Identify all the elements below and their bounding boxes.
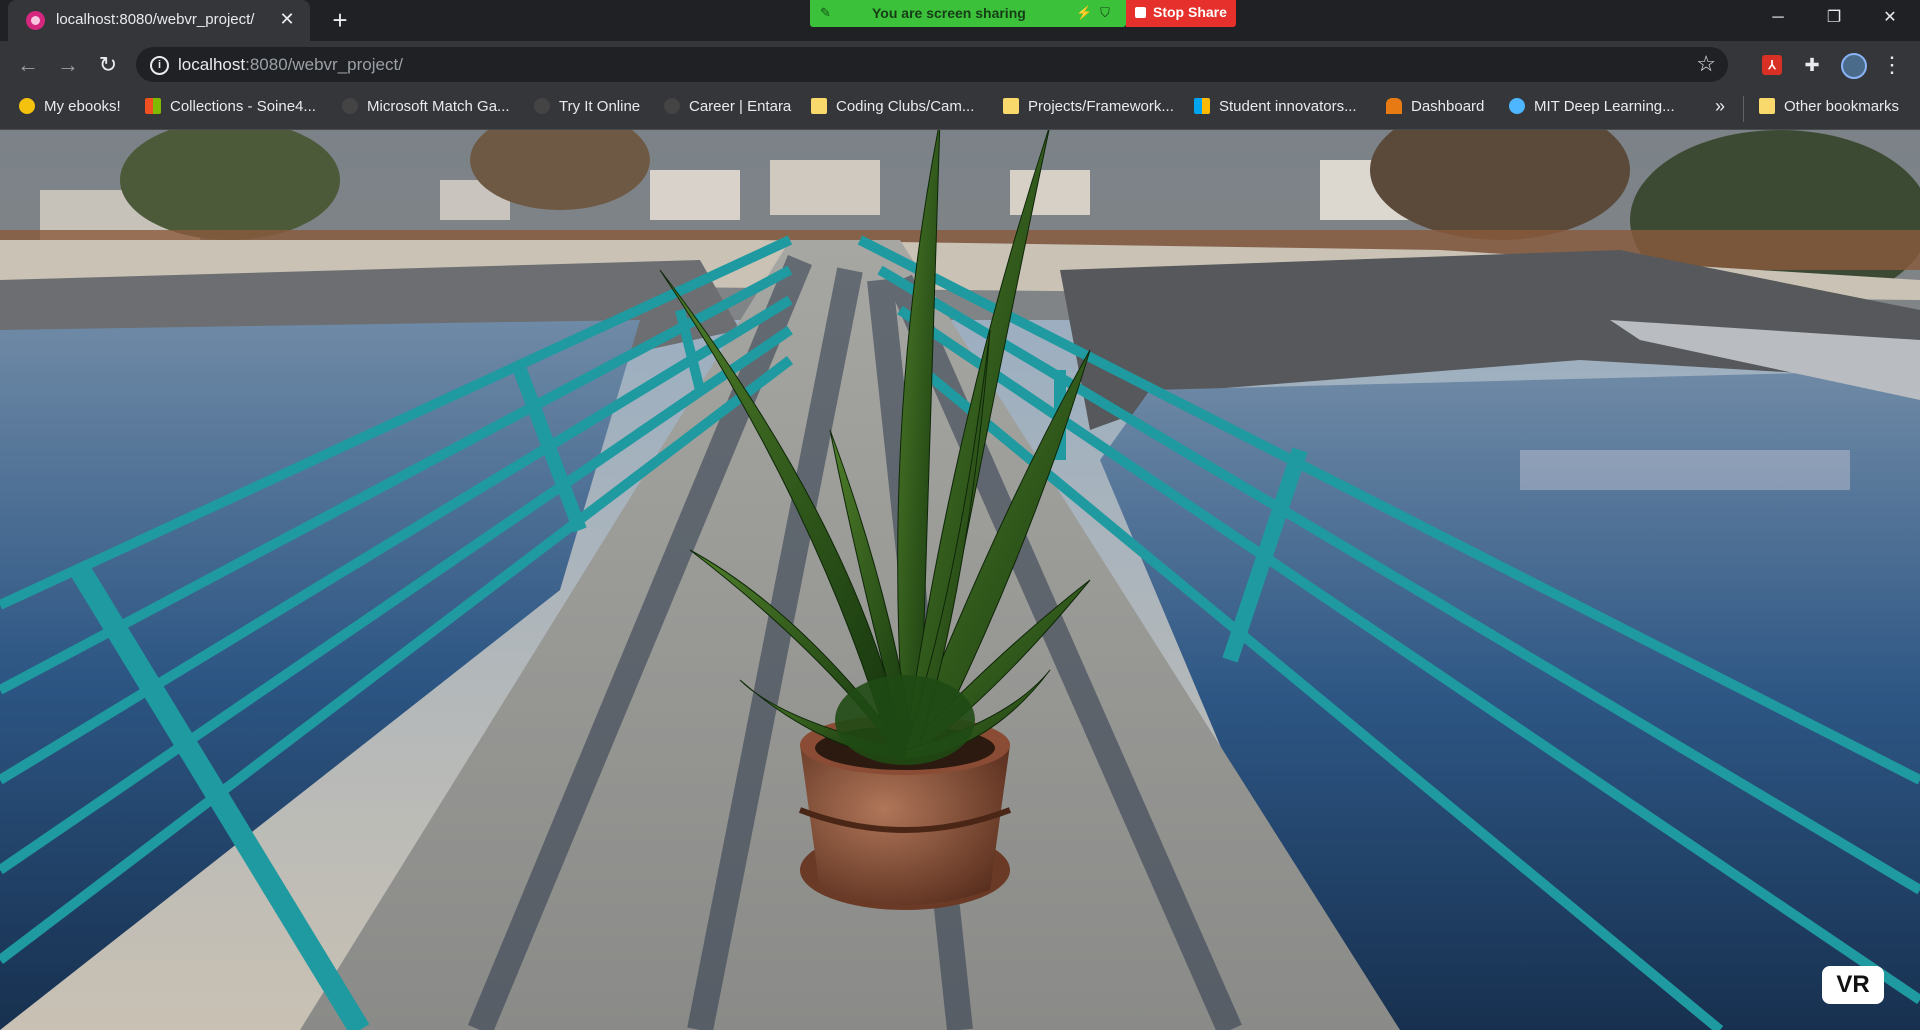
folder-icon	[1759, 98, 1775, 114]
browser-menu-icon[interactable]: ⋮	[1880, 53, 1904, 77]
bookmark-label: Career | Entara	[689, 98, 792, 115]
bookmark-other-bookmarks[interactable]: Other bookmarks	[1759, 98, 1899, 120]
url-text: localhost:8080/webvr_project/	[178, 55, 403, 75]
enter-vr-button[interactable]: VR	[1822, 966, 1884, 1004]
tab-webvr-project[interactable]: localhost:8080/webvr_project/ ✕	[8, 0, 310, 41]
bookmark-microsoft-match[interactable]: Microsoft Match Ga...	[342, 98, 510, 120]
profile-avatar[interactable]	[1841, 53, 1867, 79]
bookmark-mit-deep-learning[interactable]: MIT Deep Learning...	[1509, 98, 1675, 120]
mit-icon	[1509, 98, 1525, 114]
bookmark-student-innovators[interactable]: Student innovators...	[1194, 98, 1357, 120]
share-status-icons: ⚡⛉	[1076, 5, 1118, 20]
bookmark-label: Try It Online	[559, 98, 641, 115]
stop-icon	[1135, 7, 1146, 18]
bookmark-dashboard[interactable]: Dashboard	[1386, 98, 1484, 120]
dashboard-icon	[1386, 98, 1402, 114]
bookmark-coding-clubs[interactable]: Coding Clubs/Cam...	[811, 98, 974, 120]
forward-button[interactable]: →	[52, 49, 84, 81]
extensions-puzzle-icon[interactable]: ✚	[1800, 53, 1824, 77]
restore-button[interactable]: ❐	[1806, 0, 1862, 36]
bookmark-my-ebooks[interactable]: My ebooks!	[19, 98, 121, 120]
stop-share-label: Stop Share	[1153, 4, 1227, 20]
folder-icon	[1003, 98, 1019, 114]
address-bar[interactable]: i localhost:8080/webvr_project/ ☆	[136, 47, 1728, 82]
webvr-scene[interactable]: VR	[0, 130, 1920, 1030]
more-bookmarks-chevron-icon[interactable]: »	[1715, 96, 1725, 117]
bookmark-label: MIT Deep Learning...	[1534, 98, 1675, 115]
site-info-icon[interactable]: i	[150, 56, 169, 75]
minimize-button[interactable]: ─	[1750, 0, 1806, 36]
bookmark-star-icon[interactable]: ☆	[1696, 51, 1716, 77]
tio-icon	[534, 98, 550, 114]
new-tab-button[interactable]: +	[326, 6, 354, 34]
bookmark-label: Microsoft Match Ga...	[367, 98, 510, 115]
url-host: localhost	[178, 55, 246, 74]
bookmark-career-entara[interactable]: Career | Entara	[664, 98, 791, 120]
bookmark-label: Coding Clubs/Cam...	[836, 98, 975, 115]
bookmarks-bar: My ebooks! Collections - Soine4... Micro…	[0, 88, 1920, 130]
tab-title: localhost:8080/webvr_project/	[56, 11, 255, 28]
url-path: :8080/webvr_project/	[245, 55, 403, 74]
bookmark-projects[interactable]: Projects/Framework...	[1003, 98, 1174, 120]
window-close-button[interactable]: ✕	[1862, 0, 1918, 36]
browser-window: localhost:8080/webvr_project/ ✕ + ✎ You …	[0, 0, 1920, 1030]
reload-button[interactable]: ↻	[92, 49, 124, 81]
bookmark-label: Dashboard	[1411, 98, 1485, 115]
pin-icon: ✎	[820, 5, 831, 20]
bookmark-label: My ebooks!	[44, 98, 121, 115]
browser-toolbar: ← → ↻ i localhost:8080/webvr_project/ ☆ …	[0, 41, 1920, 88]
screen-share-banner: ✎ You are screen sharing ⚡⛉	[810, 0, 1126, 27]
back-button[interactable]: ←	[12, 49, 44, 81]
bookmark-label: Projects/Framework...	[1028, 98, 1174, 115]
bookmark-label: Student innovators...	[1219, 98, 1357, 115]
emoji-icon	[19, 98, 35, 114]
folder-icon	[811, 98, 827, 114]
bookmark-label: Collections - Soine4...	[170, 98, 316, 115]
tab-strip: localhost:8080/webvr_project/ ✕ + ✎ You …	[0, 0, 1920, 41]
close-tab-icon[interactable]: ✕	[276, 8, 298, 30]
screen-share-message: You are screen sharing	[872, 5, 1026, 21]
microsoft-icon	[145, 98, 161, 114]
pdf-extension-icon[interactable]: ⅄	[1762, 55, 1782, 75]
scene-canvas[interactable]	[0, 130, 1920, 1030]
bookmark-label: Other bookmarks	[1784, 98, 1900, 115]
bookmark-collections[interactable]: Collections - Soine4...	[145, 98, 316, 120]
stop-share-button[interactable]: Stop Share	[1126, 0, 1236, 27]
tab-favicon-icon	[26, 11, 45, 30]
bookmarks-divider	[1743, 96, 1744, 122]
entara-icon	[664, 98, 680, 114]
microsoft-icon	[1194, 98, 1210, 114]
game-icon	[342, 98, 358, 114]
bookmark-try-it-online[interactable]: Try It Online	[534, 98, 640, 120]
